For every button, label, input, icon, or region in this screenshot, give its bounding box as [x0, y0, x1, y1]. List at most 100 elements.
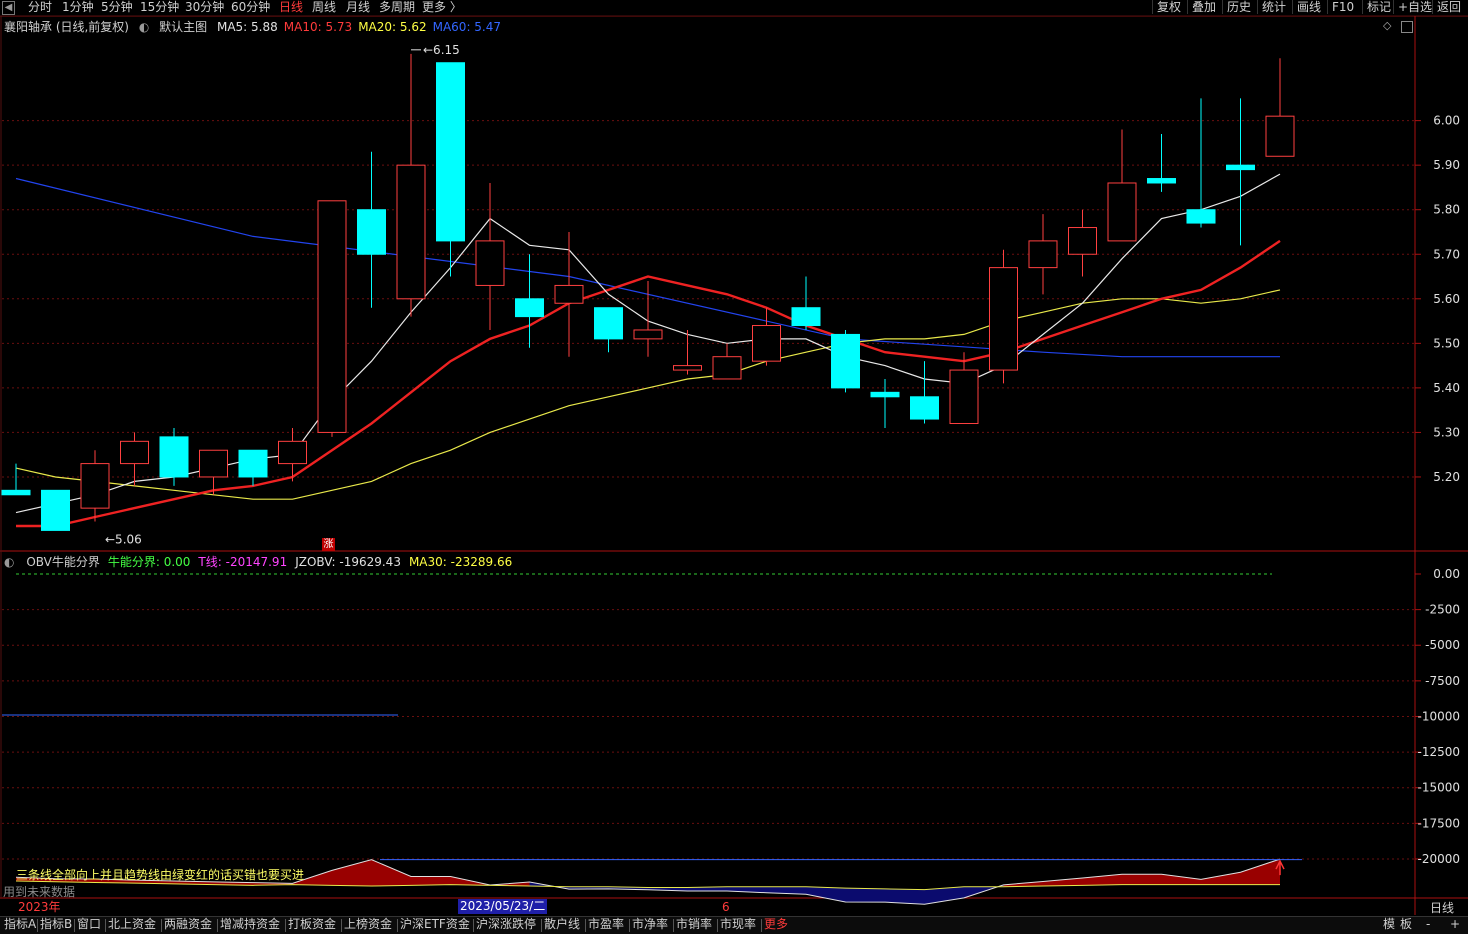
bottom-control-2[interactable]: -: [1426, 917, 1430, 932]
tab-separator: [285, 919, 286, 932]
candle-body-down: [1147, 178, 1176, 184]
candle-body-down: [910, 396, 939, 420]
indicator-tab-4[interactable]: 两融资金: [164, 917, 212, 932]
bottom-control-1[interactable]: 板: [1400, 917, 1412, 932]
obv-area: [332, 859, 372, 887]
price-tick-label: 6.00: [1433, 114, 1460, 128]
indicator-tab-3[interactable]: 北上资金: [108, 917, 156, 932]
candle-body-up: [475, 240, 505, 286]
indicator-tab-1[interactable]: 指标B: [40, 917, 72, 932]
indicator-tab-14[interactable]: 市现率: [720, 917, 756, 932]
obv-note: 三条线全部向上并且趋势线由绿变红的话买错也要买进: [16, 868, 305, 882]
candle-body-up: [1265, 115, 1295, 157]
indicator-tab-12[interactable]: 市净率: [632, 917, 668, 932]
price-tick-label: 5.30: [1433, 425, 1460, 439]
candle-body-down: [41, 489, 70, 531]
bottom-control-3[interactable]: +: [1450, 917, 1460, 932]
candle-body-down: [515, 298, 544, 318]
candle-body-up: [396, 164, 426, 300]
candle-body-down: [159, 436, 189, 478]
month-tick: 6: [722, 900, 730, 914]
indicator-tab-13[interactable]: 市销率: [676, 917, 712, 932]
obv-area: [1043, 878, 1083, 887]
obv-tick-label: -5000: [1425, 638, 1460, 652]
candle-body-up: [278, 440, 307, 465]
indicator-tab-15[interactable]: 更多: [764, 917, 788, 932]
price-tick-label: 5.50: [1433, 336, 1460, 350]
tab-separator: [105, 919, 106, 932]
bottom-control-0[interactable]: 模: [1383, 917, 1395, 932]
candle-body-up: [1107, 182, 1137, 242]
candle-body-up: [989, 267, 1018, 371]
zhang-marker: 涨: [322, 538, 335, 551]
obv-tick-label: -10000: [1417, 709, 1460, 723]
candle-body-up: [752, 325, 781, 362]
kline-chart[interactable]: 6.00 5.90 5.80 5.70 5.60 5.50 5.40 5.30 5.20 0.00…: [0, 0, 1468, 933]
indicator-tab-2[interactable]: 窗口: [77, 917, 101, 932]
price-tick-label: 5.70: [1433, 247, 1460, 261]
obv-tick-label: -2500: [1425, 603, 1460, 617]
tab-separator: [397, 919, 398, 932]
candle-body-down: [436, 62, 465, 242]
tab-separator: [217, 919, 218, 932]
price-tick-label: 5.20: [1433, 470, 1460, 484]
candle-body-down: [1186, 209, 1216, 224]
candle-body-down: [831, 333, 860, 389]
candle-body-down: [870, 391, 900, 398]
indicator-tab-10[interactable]: 散户线: [544, 917, 580, 932]
candle-body-up: [633, 329, 663, 340]
candle-body-up: [80, 463, 110, 509]
tab-separator: [541, 919, 542, 932]
indicator-tab-5[interactable]: 增减持资金: [220, 917, 280, 932]
obv-tick-label: -17500: [1417, 816, 1460, 830]
candle-body-up: [1028, 240, 1058, 269]
indicator-tab-7[interactable]: 上榜资金: [344, 917, 392, 932]
cursor-date: 2023/05/23/二: [458, 899, 548, 914]
price-tick-label: 5.60: [1433, 292, 1460, 306]
obv-tick-label: -20000: [1417, 852, 1460, 866]
obv-tick-label: 0.00: [1433, 567, 1460, 581]
obv-tick-label: -15000: [1417, 781, 1460, 795]
obv-tick-label: -7500: [1425, 674, 1460, 688]
indicator-tab-0[interactable]: 指标A: [4, 917, 36, 932]
indicator-tab-8[interactable]: 沪深ETF资金: [400, 917, 470, 932]
obv-tick-label: -12500: [1417, 745, 1460, 759]
future-data-note: 用到未来数据: [3, 885, 76, 899]
tab-separator: [473, 919, 474, 932]
tab-separator: [585, 919, 586, 932]
indicator-tab-6[interactable]: 打板资金: [288, 917, 336, 932]
tab-separator: [74, 919, 75, 932]
year-label: 2023年: [18, 900, 61, 914]
candle-body-up: [949, 369, 979, 425]
obv-area: [1122, 874, 1162, 885]
price-tick-label: 5.90: [1433, 158, 1460, 172]
candle-body-down: [791, 307, 821, 327]
candle-body-up: [554, 284, 584, 304]
tab-separator: [37, 919, 38, 932]
tab-separator: [673, 919, 674, 932]
high-label: ←6.15: [423, 43, 460, 57]
indicator-tab-11[interactable]: 市盈率: [588, 917, 624, 932]
indicator-tab-9[interactable]: 沪深涨跌停: [476, 917, 536, 932]
period-label[interactable]: 日线: [1430, 899, 1454, 916]
candle-body-down: [238, 449, 268, 478]
candle-body-down: [1, 489, 31, 496]
low-label: ←5.06: [105, 532, 142, 546]
candle-body-up: [712, 356, 742, 380]
candle-body-up: [1068, 227, 1097, 255]
obv-area: [411, 876, 451, 886]
obv-area: [371, 859, 411, 887]
candle-body-up: [120, 440, 149, 465]
tab-separator: [161, 919, 162, 932]
candle-body-down: [1226, 164, 1255, 171]
price-tick-label: 5.80: [1433, 203, 1460, 217]
candle-body-down: [357, 209, 386, 255]
date-axis: 2023年 2023/05/23/二 6: [0, 899, 1415, 915]
candle-body-up: [317, 200, 347, 433]
tab-separator: [717, 919, 718, 932]
candle-body-up: [199, 449, 228, 478]
candle-body-up: [673, 365, 702, 371]
tab-separator: [761, 919, 762, 932]
tab-separator: [341, 919, 342, 932]
price-tick-label: 5.40: [1433, 381, 1460, 395]
